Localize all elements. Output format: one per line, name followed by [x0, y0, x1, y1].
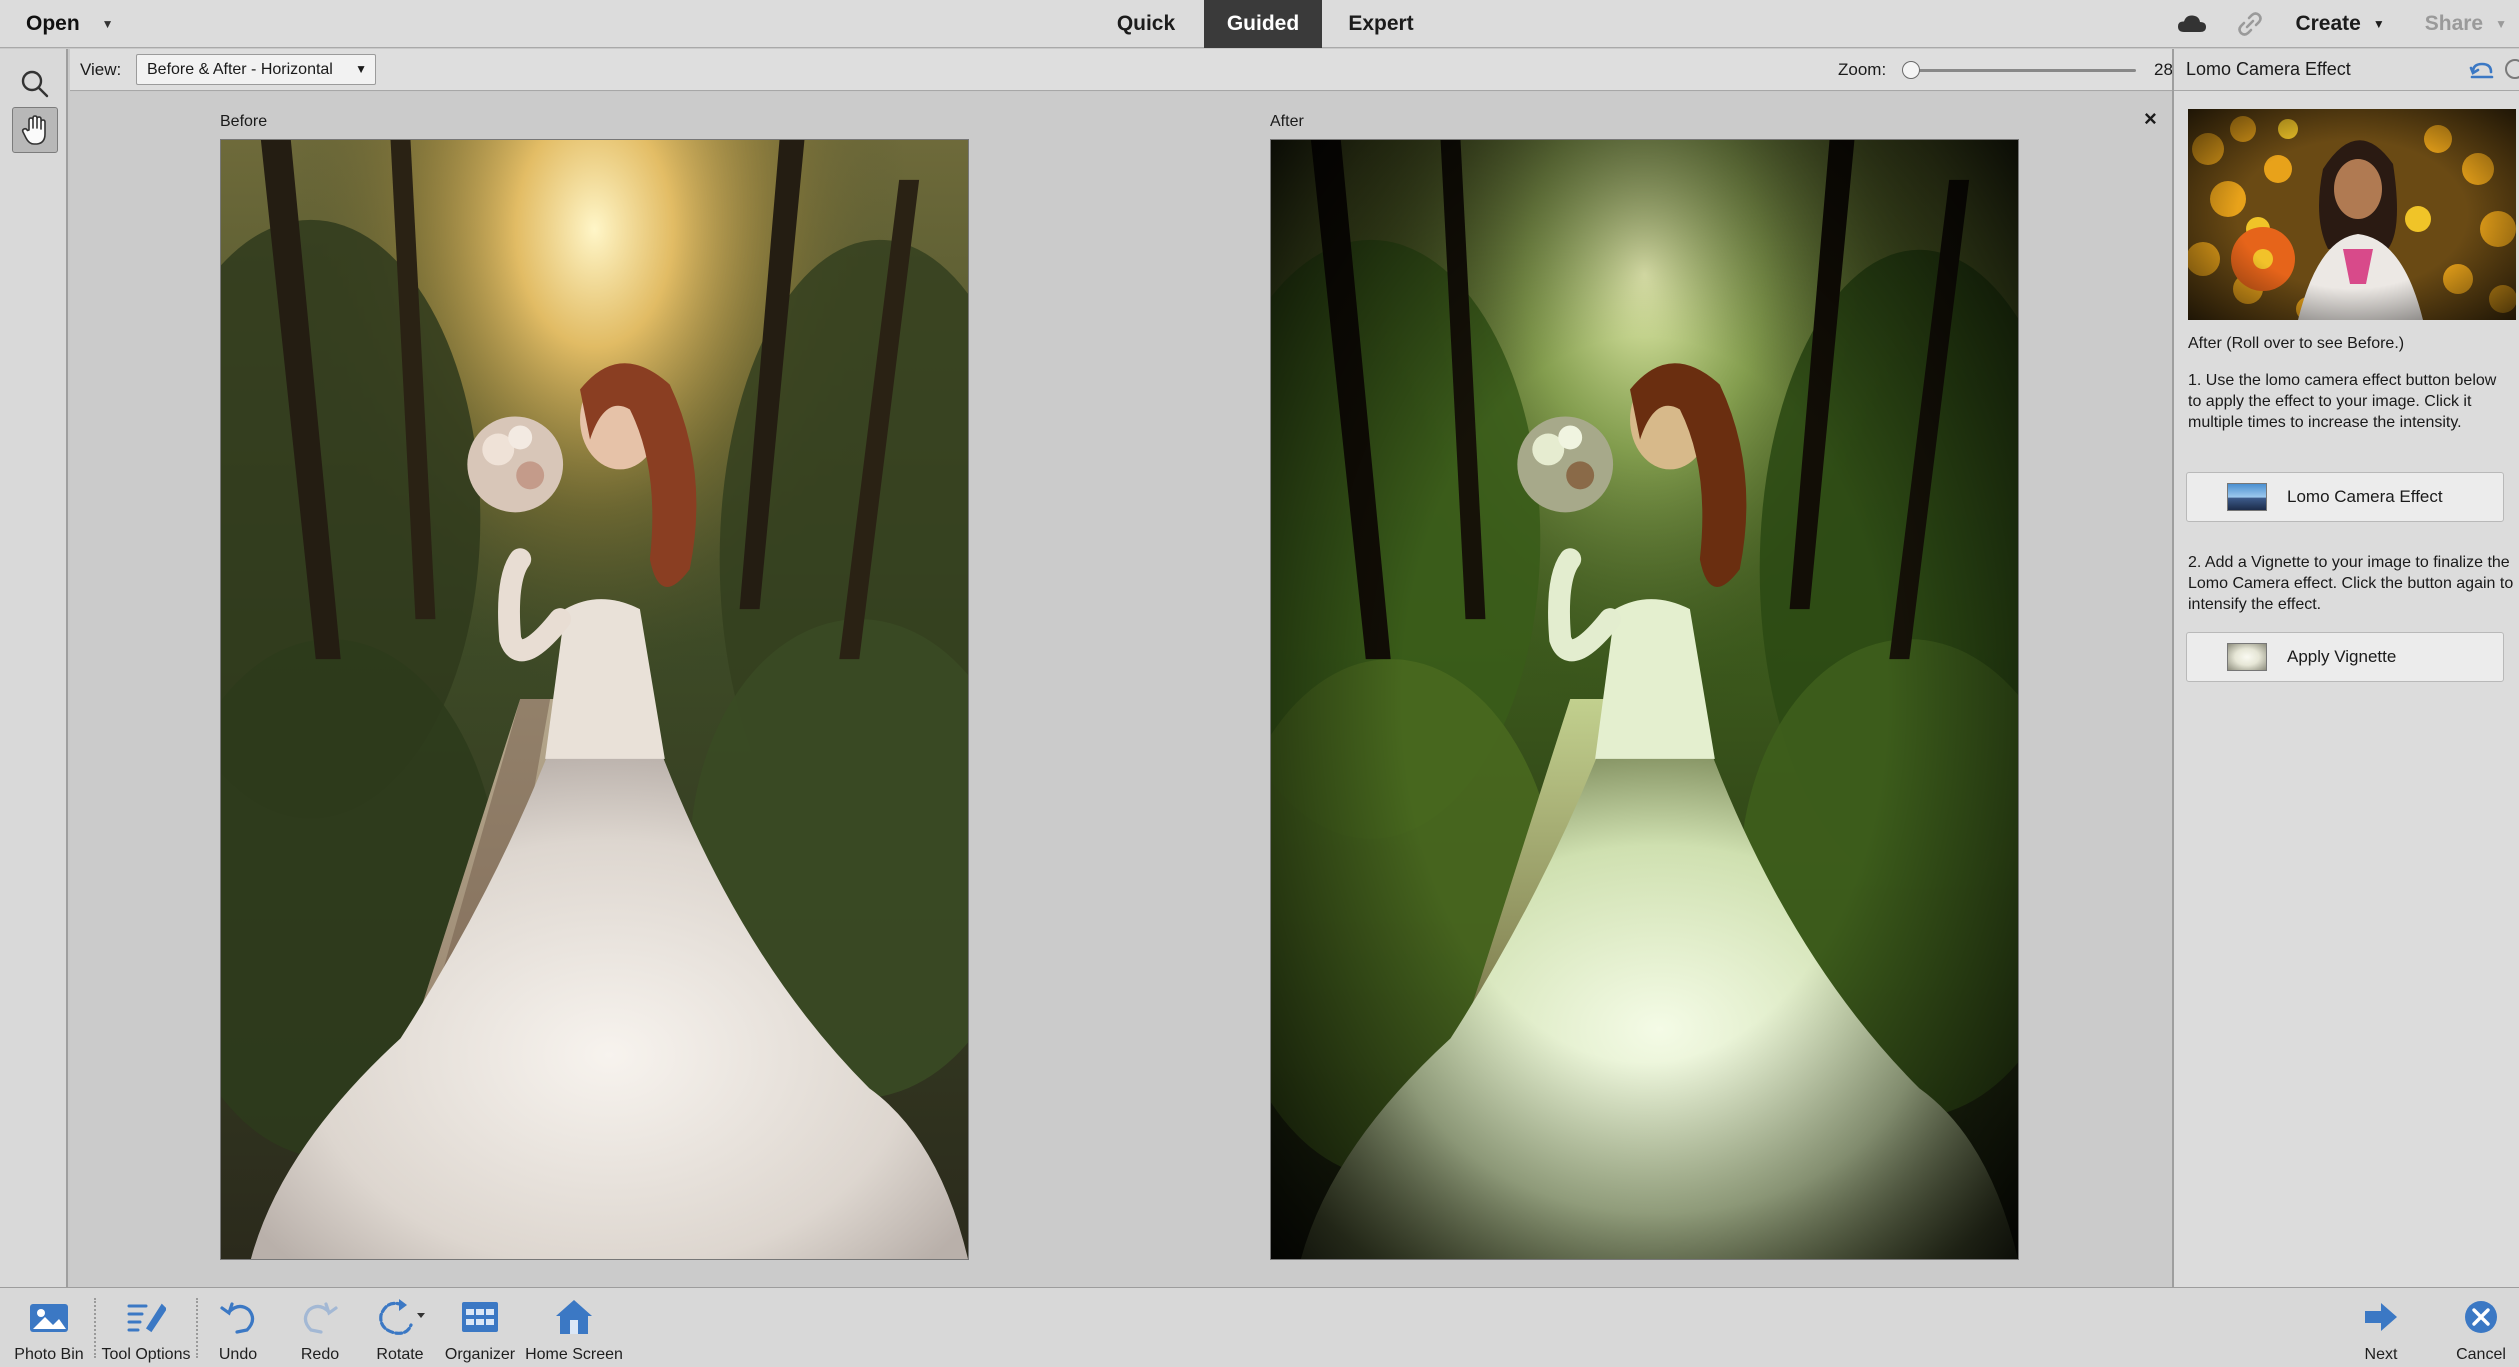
divider	[94, 1298, 96, 1358]
open-label: Open	[26, 12, 80, 35]
rotate-button[interactable]: Rotate	[368, 1288, 432, 1367]
next-label: Next	[2364, 1346, 2398, 1363]
chevron-down-icon: ▼	[355, 62, 367, 76]
organizer-icon	[460, 1294, 500, 1340]
zoom-tool-icon[interactable]	[12, 61, 58, 107]
after-image	[1270, 139, 2019, 1260]
cancel-label: Cancel	[2456, 1346, 2506, 1363]
preview-caption: After (Roll over to see Before.)	[2188, 335, 2405, 352]
before-image	[220, 139, 969, 1260]
rotate-icon	[373, 1294, 427, 1340]
step1-instructions: 1. Use the lomo camera effect button bel…	[2188, 372, 2497, 431]
photo-bin-button[interactable]: Photo Bin	[8, 1288, 90, 1367]
apply-vignette-button[interactable]: Apply Vignette	[2186, 632, 2504, 682]
organizer-button[interactable]: Organizer	[442, 1288, 518, 1367]
create-button[interactable]: Create ▼	[2295, 12, 2384, 36]
before-label: Before	[220, 113, 268, 130]
image-canvas: Before After ×	[70, 92, 2172, 1287]
share-label: Share	[2424, 12, 2484, 35]
vignette-button-label: Apply Vignette	[2287, 647, 2397, 666]
guided-edit-panel: Lomo Camera Effect After (Roll over to s…	[2172, 49, 2519, 1287]
home-icon	[554, 1294, 594, 1340]
view-options-bar: View: Before & After - Horizontal ▼ Zoom…	[70, 49, 2188, 91]
cancel-button[interactable]: Cancel	[2446, 1288, 2516, 1367]
effect-preview-image[interactable]	[2188, 109, 2516, 320]
chevron-down-icon: ▼	[2372, 17, 2385, 31]
tool-options-button[interactable]: Tool Options	[98, 1288, 194, 1367]
help-icon[interactable]	[2505, 59, 2519, 79]
redo-button[interactable]: Redo	[292, 1288, 348, 1367]
organizer-label: Organizer	[444, 1346, 516, 1363]
lomo-camera-effect-button[interactable]: Lomo Camera Effect	[2186, 472, 2504, 522]
divider	[196, 1298, 198, 1358]
step2-instructions: 2. Add a Vignette to your image to final…	[2188, 554, 2514, 613]
redo-label: Redo	[300, 1346, 340, 1363]
view-select[interactable]: Before & After - Horizontal ▼	[136, 54, 376, 85]
after-label: After	[1270, 113, 1304, 130]
tool-options-label: Tool Options	[101, 1346, 191, 1363]
undo-icon	[219, 1294, 257, 1340]
chevron-down-icon: ▼	[101, 17, 114, 31]
undo-label: Undo	[218, 1346, 258, 1363]
photo-bin-label: Photo Bin	[14, 1346, 84, 1363]
close-icon[interactable]: ×	[2144, 106, 2157, 132]
zoom-label: Zoom:	[1838, 60, 1887, 79]
rotate-label: Rotate	[376, 1346, 424, 1363]
close-circle-icon	[2463, 1294, 2499, 1340]
cloud-icon[interactable]	[2175, 0, 2209, 48]
chevron-down-icon: ▼	[2495, 17, 2507, 31]
undo-button[interactable]: Undo	[210, 1288, 266, 1367]
panel-title: Lomo Camera Effect	[2186, 59, 2351, 79]
home-screen-label: Home Screen	[525, 1346, 623, 1363]
reset-icon[interactable]	[2469, 60, 2495, 85]
landscape-icon	[2227, 483, 2267, 511]
home-screen-button[interactable]: Home Screen	[522, 1288, 626, 1367]
link-icon[interactable]	[2233, 0, 2267, 48]
top-right-actions: Create ▼ Share ▼	[2175, 0, 2519, 48]
tool-options-icon	[126, 1294, 166, 1340]
hand-tool-icon[interactable]	[12, 107, 58, 153]
zoom-slider-track[interactable]	[1910, 69, 2136, 72]
mode-tabs: Quick Guided Expert	[1088, 0, 1440, 48]
view-label: View:	[80, 60, 122, 79]
view-select-value: Before & After - Horizontal	[147, 60, 333, 78]
lomo-button-label: Lomo Camera Effect	[2287, 487, 2443, 506]
redo-icon	[301, 1294, 339, 1340]
bottom-bar: Photo Bin Tool Options Undo Redo Rotate …	[0, 1287, 2519, 1367]
create-label: Create	[2295, 12, 2361, 35]
panel-header: Lomo Camera Effect	[2174, 49, 2519, 91]
tab-guided[interactable]: Guided	[1204, 0, 1322, 48]
top-bar: Open ▼ Quick Guided Expert Create ▼ Shar…	[0, 0, 2519, 48]
tab-quick[interactable]: Quick	[1088, 0, 1204, 48]
arrow-right-icon	[2363, 1294, 2399, 1340]
next-button[interactable]: Next	[2346, 1288, 2416, 1367]
toolbox	[0, 49, 68, 1287]
open-button[interactable]: Open ▼	[0, 0, 130, 48]
tab-expert[interactable]: Expert	[1322, 0, 1440, 48]
photo-bin-icon	[29, 1294, 69, 1340]
share-button[interactable]: Share ▼	[2425, 12, 2507, 36]
zoom-slider-handle[interactable]	[1902, 61, 1920, 79]
vignette-icon	[2227, 643, 2267, 671]
